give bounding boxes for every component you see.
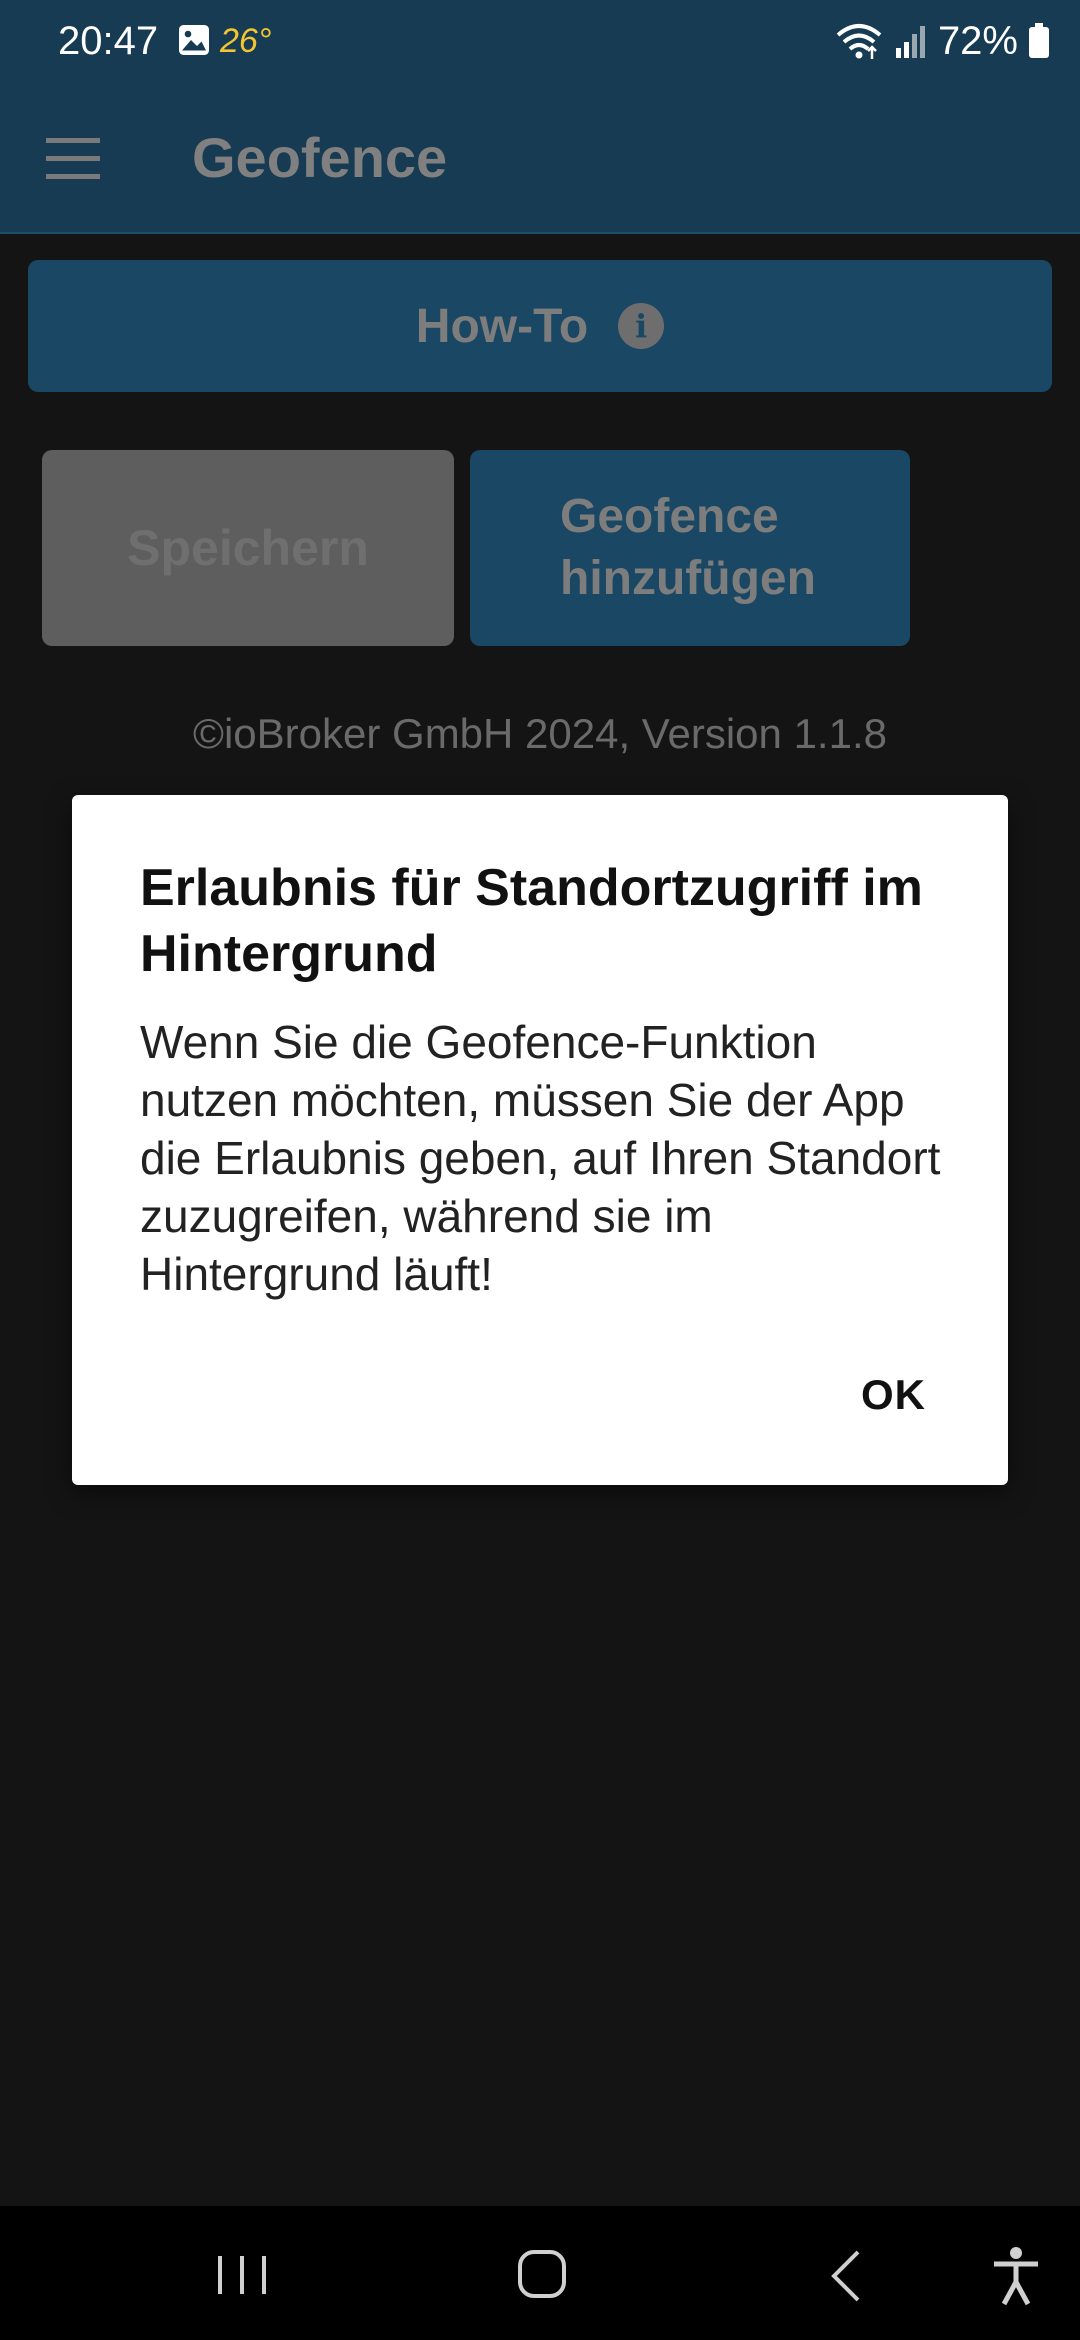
image-icon [179, 25, 209, 55]
status-right-group: 72% [834, 14, 1050, 68]
status-bar: 20:47 26° 72% [0, 0, 1080, 82]
dialog-message: Wenn Sie die Geofence-Funktion nutzen mö… [140, 1016, 941, 1300]
battery-percent: 72% [937, 19, 1018, 63]
battery-icon [1029, 23, 1049, 58]
home-icon[interactable] [516, 2248, 568, 2300]
signal-icon [895, 26, 925, 58]
hamburger-menu-icon[interactable] [44, 136, 102, 182]
wifi-icon [836, 24, 882, 59]
save-button[interactable]: Speichern [42, 450, 454, 646]
info-icon: i [618, 303, 665, 349]
save-label: Speichern [127, 520, 369, 576]
ok-button[interactable]: OK [861, 1367, 926, 1423]
dialog-title: Erlaubnis für Standortzugriff im Hinterg… [140, 859, 923, 983]
howto-button[interactable]: How-To i [28, 260, 1052, 392]
recents-icon[interactable] [214, 2250, 270, 2300]
app-bar: Geofence [0, 82, 1080, 234]
navigation-bar [0, 2206, 1080, 2340]
add-geofence-label: Geofence hinzufügen [560, 490, 816, 605]
back-icon[interactable] [828, 2248, 864, 2304]
status-time: 20:47 [58, 19, 159, 63]
copyright-text: ©ioBroker GmbH 2024, Version 1.1.8 [193, 710, 887, 757]
permission-dialog: Erlaubnis für Standortzugriff im Hinterg… [72, 795, 1008, 1485]
add-geofence-button[interactable]: Geofence hinzufügen [470, 450, 910, 646]
status-temperature: 26° [220, 22, 272, 60]
howto-label: How-To [415, 299, 589, 353]
page-title: Geofence [192, 126, 448, 189]
accessibility-icon[interactable] [990, 2246, 1042, 2306]
